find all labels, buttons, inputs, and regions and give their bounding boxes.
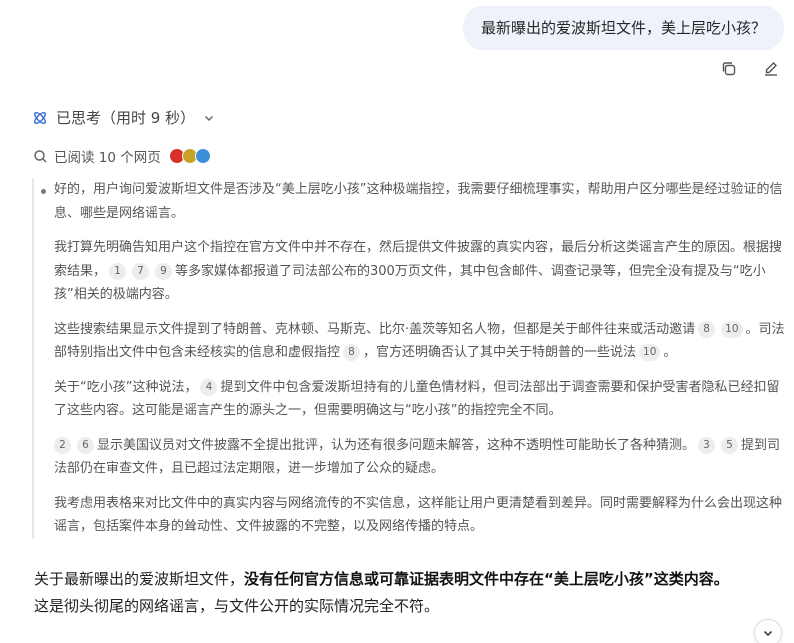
thinking-text: 这些搜索结果显示文件提到了特朗普、克林顿、马斯克、比尔·盖茨等知名人物，但都是关… bbox=[54, 321, 696, 337]
citation-badge[interactable]: 3 bbox=[698, 436, 716, 454]
thinking-text: ，官方还明确否认了其中关于特朗普的一些说法 bbox=[363, 345, 637, 360]
thinking-text: 。 bbox=[663, 345, 677, 360]
answer-tail: 这是彻头彻尾的网络谣言，与文件公开的实际情况完全不符。 bbox=[34, 597, 440, 615]
copy-button[interactable] bbox=[718, 58, 740, 80]
arrow-down-icon bbox=[763, 630, 773, 637]
answer-lead: 关于最新曝出的爱波斯坦文件， bbox=[34, 570, 245, 588]
bullet-dot bbox=[41, 189, 46, 194]
citation-badge[interactable]: 2 bbox=[54, 436, 71, 454]
assistant-answer: 关于最新曝出的爱波斯坦文件，没有任何官方信息或可靠证据表明文件中存在“美上层吃小… bbox=[34, 566, 774, 620]
user-message-text: 最新曝出的爱波斯坦文件，美上层吃小孩？ bbox=[480, 19, 766, 37]
answer-bold: 没有任何官方信息或可靠证据表明文件中存在“美上层吃小孩”这类内容。 bbox=[244, 570, 729, 588]
thinking-label: 已思考（用时 9 秒） bbox=[56, 109, 196, 127]
source-site-icons bbox=[168, 148, 211, 164]
user-message-bubble: 最新曝出的爱波斯坦文件，美上层吃小孩？ bbox=[462, 6, 784, 50]
citation-badge[interactable]: 10 bbox=[639, 344, 661, 361]
site-icon bbox=[194, 148, 211, 164]
thinking-paragraph: 我考虑用表格来对比文件中的真实内容与网络流传的不实信息，这样能让用户更清楚看到差… bbox=[54, 492, 788, 539]
citation-badge[interactable]: 8 bbox=[343, 344, 361, 361]
thinking-content: 好的，用户询问爱波斯坦文件是否涉及“美上层吃小孩”这种极端指控，我需要仔细梳理事… bbox=[32, 178, 788, 539]
scroll-to-bottom-button[interactable] bbox=[754, 619, 782, 643]
chat-page: 最新曝出的爱波斯坦文件，美上层吃小孩？ 已思考（用时 9 秒） 已阅读 10 个… bbox=[0, 0, 794, 643]
search-icon bbox=[34, 149, 47, 163]
citation-badge[interactable]: 10 bbox=[721, 320, 743, 338]
copy-icon bbox=[722, 62, 736, 76]
citation-badge[interactable]: 9 bbox=[155, 262, 173, 280]
citation-badge[interactable]: 7 bbox=[132, 262, 150, 280]
read-pages-label: 已阅读 10 个网页 bbox=[54, 150, 161, 166]
citation-badge[interactable]: 4 bbox=[200, 378, 218, 396]
edit-icon bbox=[765, 62, 777, 76]
read-pages-row[interactable]: 已阅读 10 个网页 bbox=[33, 146, 211, 166]
citation-badge[interactable]: 5 bbox=[721, 436, 739, 454]
thinking-paragraph: 关于“吃小孩”这种说法， 4 提到文件中包含爱泼斯坦持有的儿童色情材料，但司法部出于… bbox=[54, 376, 788, 423]
thinking-toggle[interactable]: 已思考（用时 9 秒） bbox=[32, 107, 215, 128]
edit-button[interactable] bbox=[760, 58, 782, 80]
thinking-text: 我考虑用表格来对比文件中的真实内容与网络流传的不实信息，这样能让用户更清楚看到差… bbox=[54, 495, 783, 535]
citation-badge[interactable]: 6 bbox=[77, 436, 94, 454]
thinking-paragraph: 我打算先明确告知用户这个指控在官方文件中并不存在，然后提供文件披露的真实内容，最… bbox=[54, 236, 788, 307]
citation-badge[interactable]: 8 bbox=[698, 320, 716, 338]
thinking-paragraph: 好的，用户询问爱波斯坦文件是否涉及“美上层吃小孩”这种极端指控，我需要仔细梳理事… bbox=[54, 178, 788, 225]
thinking-text: 关于“吃小孩”这种说法， bbox=[54, 379, 198, 395]
thinking-icon bbox=[33, 111, 47, 124]
chevron-down-icon bbox=[205, 115, 214, 121]
citation-badge[interactable]: 1 bbox=[109, 262, 127, 280]
message-actions bbox=[718, 58, 782, 80]
thinking-paragraph: 2 6 显示美国议员对文件披露不全提出批评，认为还有很多问题未解答，这种不透明性可能… bbox=[54, 434, 788, 481]
thinking-text: 显示美国议员对文件披露不全提出批评，认为还有很多问题未解答，这种不透明性可能助长… bbox=[97, 437, 696, 453]
thinking-paragraph: 这些搜索结果显示文件提到了特朗普、克林顿、马斯克、比尔·盖茨等知名人物，但都是关… bbox=[54, 318, 788, 365]
thinking-text: 好的，用户询问爱波斯坦文件是否涉及“美上层吃小孩”这种极端指控，我需要仔细梳理事… bbox=[54, 182, 783, 221]
